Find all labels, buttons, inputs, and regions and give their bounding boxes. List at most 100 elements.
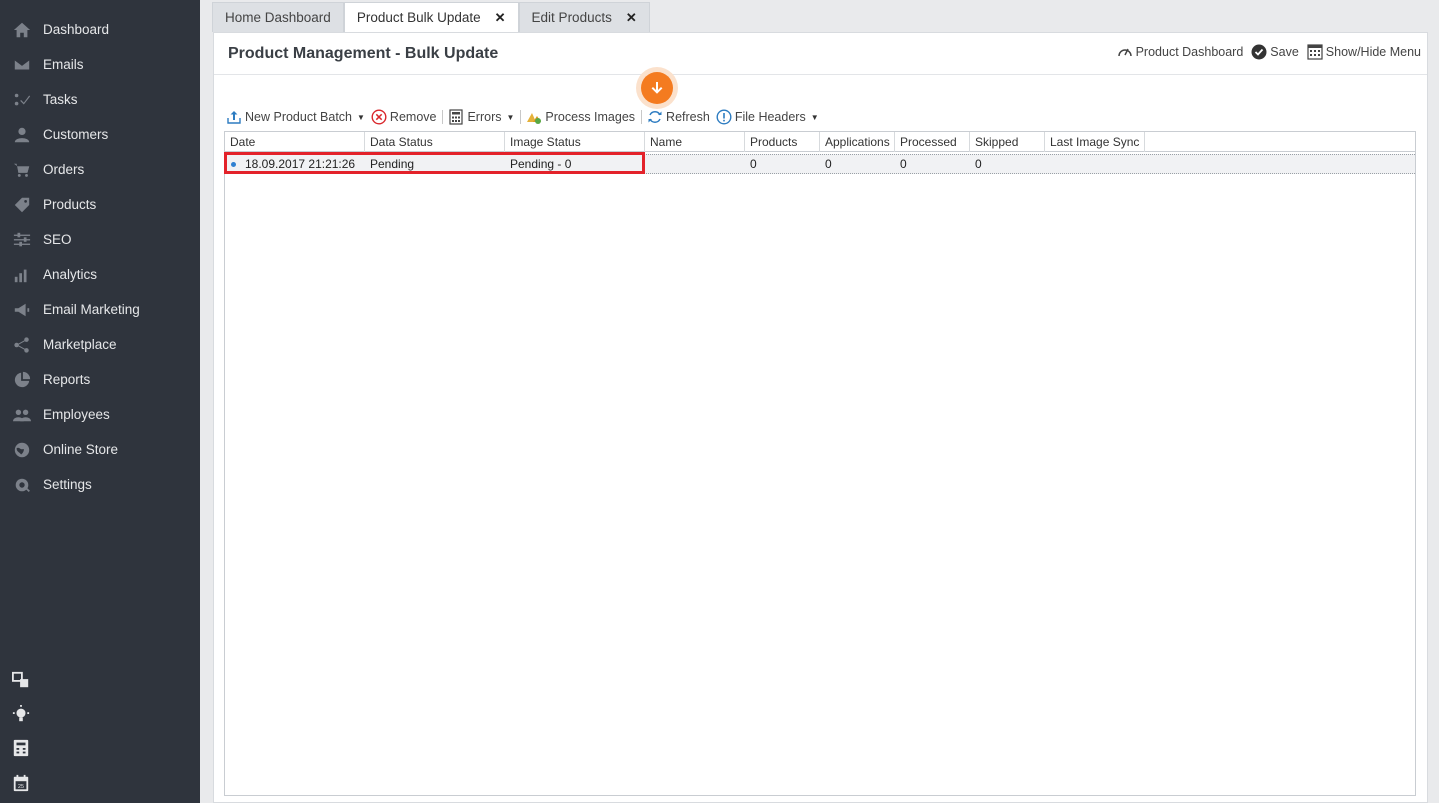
column-header-name[interactable]: Name bbox=[645, 132, 745, 152]
info-icon bbox=[716, 109, 732, 125]
share-icon bbox=[12, 335, 32, 355]
sidebar-item-label: Reports bbox=[43, 372, 91, 387]
tab-home-dashboard[interactable]: Home Dashboard bbox=[212, 2, 344, 32]
cell-image-status: Pending - 0 bbox=[510, 157, 572, 171]
windows-icon[interactable] bbox=[11, 671, 30, 689]
caret-down-icon[interactable]: ▼ bbox=[811, 113, 819, 122]
column-header-skipped[interactable]: Skipped bbox=[970, 132, 1045, 152]
gear-icon bbox=[12, 475, 32, 495]
users-icon bbox=[12, 405, 32, 425]
megaphone-icon bbox=[12, 300, 32, 320]
tag-icon bbox=[12, 195, 32, 215]
sidebar-item-label: Products bbox=[43, 197, 97, 212]
sidebar-item-email-marketing[interactable]: Email Marketing bbox=[0, 292, 200, 327]
product-dashboard-button[interactable]: Product Dashboard bbox=[1117, 44, 1244, 60]
sidebar-item-label: Settings bbox=[43, 477, 92, 492]
sidebar-item-label: Marketplace bbox=[43, 337, 117, 352]
caret-down-icon[interactable]: ▼ bbox=[357, 113, 365, 122]
toolbar-separator bbox=[442, 110, 444, 124]
sidebar-item-dashboard[interactable]: Dashboard bbox=[0, 12, 200, 47]
envelope-icon bbox=[12, 55, 32, 75]
remove-icon bbox=[371, 109, 387, 125]
product-dashboard-label: Product Dashboard bbox=[1135, 45, 1244, 59]
cell-processed: 0 bbox=[900, 157, 907, 171]
toolbar-separator bbox=[641, 110, 643, 124]
scroll-down-marker[interactable] bbox=[641, 72, 673, 104]
tab-label: Product Bulk Update bbox=[356, 10, 481, 25]
sidebar-item-analytics[interactable]: Analytics bbox=[0, 257, 200, 292]
sidebar-item-label: SEO bbox=[43, 232, 72, 247]
tab-bar: Home Dashboard Product Bulk Update ✕ Edi… bbox=[212, 2, 650, 32]
cart-icon bbox=[12, 160, 32, 180]
sidebar-item-seo[interactable]: SEO bbox=[0, 222, 200, 257]
sidebar-item-products[interactable]: Products bbox=[0, 187, 200, 222]
tab-label: Home Dashboard bbox=[225, 10, 331, 25]
refresh-icon bbox=[648, 111, 662, 123]
sidebar-item-emails[interactable]: Emails bbox=[0, 47, 200, 82]
cell-skipped: 0 bbox=[975, 157, 982, 171]
batch-grid: Date Data Status Image Status Name Produ… bbox=[224, 131, 1416, 796]
save-label: Save bbox=[1270, 45, 1299, 59]
table-row[interactable]: 18.09.2017 21:21:26 Pending Pending - 0 … bbox=[225, 154, 1415, 174]
show-hide-menu-label: Show/Hide Menu bbox=[1325, 45, 1421, 59]
errors-label: Errors bbox=[467, 110, 502, 124]
column-header-processed[interactable]: Processed bbox=[895, 132, 970, 152]
tab-product-bulk-update[interactable]: Product Bulk Update ✕ bbox=[343, 2, 519, 32]
row-indicator-dot bbox=[231, 162, 236, 167]
speedometer-icon bbox=[1117, 48, 1132, 57]
cell-date: 18.09.2017 21:21:26 bbox=[245, 157, 356, 171]
svg-text:25: 25 bbox=[18, 784, 24, 790]
column-header-image-status[interactable]: Image Status bbox=[505, 132, 645, 152]
user-icon bbox=[12, 125, 32, 145]
column-header-date[interactable]: Date bbox=[225, 132, 365, 152]
sidebar-item-label: Email Marketing bbox=[43, 302, 140, 317]
file-headers-button[interactable]: File Headers ▼ bbox=[716, 109, 819, 125]
process-images-icon bbox=[527, 113, 542, 124]
close-icon[interactable]: ✕ bbox=[626, 10, 637, 26]
column-header-last-image-sync[interactable]: Last Image Sync bbox=[1045, 132, 1145, 152]
cell-applications: 0 bbox=[825, 157, 832, 171]
tab-edit-products[interactable]: Edit Products ✕ bbox=[518, 2, 650, 32]
sidebar-item-settings[interactable]: Settings bbox=[0, 467, 200, 502]
grid-toolbar: New Product Batch ▼ Remove Errors ▼ Proc… bbox=[226, 106, 825, 128]
sidebar-item-label: Orders bbox=[43, 162, 85, 177]
sidebar-item-tasks[interactable]: Tasks bbox=[0, 82, 200, 117]
process-images-button[interactable]: Process Images bbox=[526, 109, 635, 125]
upload-icon bbox=[227, 111, 241, 124]
sidebar-item-label: Online Store bbox=[43, 442, 119, 457]
new-product-batch-label: New Product Batch bbox=[245, 110, 352, 124]
sidebar-item-marketplace[interactable]: Marketplace bbox=[0, 327, 200, 362]
errors-button[interactable]: Errors ▼ bbox=[448, 109, 514, 125]
sidebar-item-orders[interactable]: Orders bbox=[0, 152, 200, 187]
sidebar-item-reports[interactable]: Reports bbox=[0, 362, 200, 397]
check-circle-icon bbox=[1251, 44, 1267, 60]
calculator-icon[interactable] bbox=[12, 739, 30, 757]
sidebar-item-customers[interactable]: Customers bbox=[0, 117, 200, 152]
sidebar-item-label: Dashboard bbox=[43, 22, 110, 37]
close-icon[interactable]: ✕ bbox=[495, 10, 506, 26]
file-headers-label: File Headers bbox=[734, 110, 806, 124]
sidebar-item-label: Employees bbox=[43, 407, 110, 422]
show-hide-menu-button[interactable]: Show/Hide Menu bbox=[1307, 44, 1421, 60]
lightbulb-icon[interactable] bbox=[12, 705, 30, 723]
refresh-label: Refresh bbox=[666, 110, 710, 124]
refresh-button[interactable]: Refresh bbox=[647, 109, 710, 125]
sidebar: Dashboard Emails Tasks Customers Orders … bbox=[0, 0, 200, 803]
caret-down-icon[interactable]: ▼ bbox=[507, 113, 515, 122]
cell-last-image-sync bbox=[1045, 155, 1050, 173]
column-header-data-status[interactable]: Data Status bbox=[365, 132, 505, 152]
sidebar-item-employees[interactable]: Employees bbox=[0, 397, 200, 432]
new-product-batch-button[interactable]: New Product Batch ▼ bbox=[226, 109, 365, 125]
tasks-icon bbox=[12, 90, 32, 110]
calendar-icon[interactable]: 25 bbox=[12, 774, 30, 792]
grid-menu-icon bbox=[1307, 44, 1323, 60]
save-button[interactable]: Save bbox=[1251, 44, 1299, 60]
home-icon bbox=[12, 20, 32, 40]
remove-button[interactable]: Remove bbox=[371, 109, 436, 125]
sidebar-item-label: Tasks bbox=[43, 92, 78, 107]
column-header-products[interactable]: Products bbox=[745, 132, 820, 152]
column-header-applications[interactable]: Applications bbox=[820, 132, 895, 152]
cell-name bbox=[645, 155, 650, 173]
grid-header: Date Data Status Image Status Name Produ… bbox=[225, 132, 1415, 152]
sidebar-item-online-store[interactable]: Online Store bbox=[0, 432, 200, 467]
